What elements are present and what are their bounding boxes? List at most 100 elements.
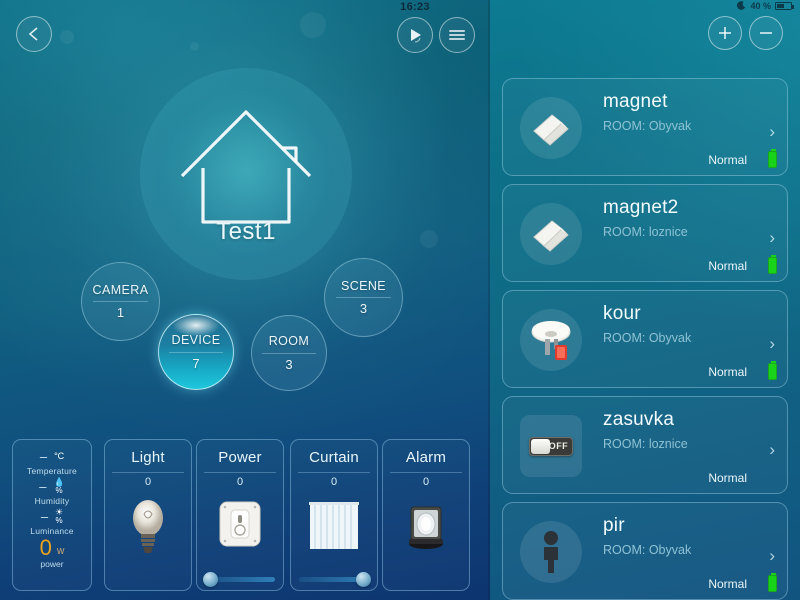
sensor-label: Luminance <box>30 526 74 536</box>
device-name: kour <box>603 303 641 324</box>
device-card-count: 0 <box>236 476 244 488</box>
chevron-right-icon[interactable]: › <box>769 335 775 352</box>
moon-icon <box>737 1 746 10</box>
sensor-row-luminance: – ☀ % Luminance <box>13 507 91 536</box>
device-card-title: Alarm <box>405 449 447 466</box>
status-bar: 40 % <box>736 1 794 11</box>
sensor-value: – <box>39 449 48 464</box>
menu-button[interactable] <box>439 17 475 53</box>
sensor-unit-sub: % <box>55 516 63 526</box>
remove-device-button[interactable] <box>749 16 783 50</box>
home-name-label: Test1 <box>216 218 276 245</box>
add-device-button[interactable] <box>708 16 742 50</box>
device-card-curtain[interactable]: Curtain 0 <box>290 439 378 591</box>
device-status: Normal <box>708 259 747 273</box>
sensor-row-power: 0 W power <box>13 535 91 569</box>
chevron-right-icon[interactable]: › <box>769 547 775 564</box>
curtain-slider-knob[interactable] <box>356 572 371 587</box>
chevron-right-icon[interactable]: › <box>769 229 775 246</box>
device-list-item-magnet2[interactable]: magnet2 ROOM: loznice › Normal <box>502 184 788 282</box>
nav-circle-device[interactable]: DEVICE 7 <box>158 314 234 390</box>
nav-circle-label: DEVICE <box>171 333 221 348</box>
play-refresh-button[interactable] <box>397 17 433 53</box>
device-card-alarm[interactable]: Alarm 0 <box>382 439 470 591</box>
card-divider <box>297 472 371 473</box>
back-button[interactable] <box>16 16 52 52</box>
power-unit: W <box>56 546 65 556</box>
play-refresh-icon <box>411 29 421 43</box>
power-value: 0 <box>39 535 52 560</box>
nav-circle-divider <box>262 352 316 354</box>
device-thumbnail <box>520 97 582 159</box>
nav-circle-label: CAMERA <box>92 282 149 297</box>
toggle-switch-icon[interactable]: OFF <box>529 436 573 456</box>
chevron-right-icon[interactable]: › <box>769 441 775 458</box>
sensor-unit-sub: % <box>55 486 63 496</box>
bottom-card-strip: – °C Temperature – 💧 % Humidity – ☀ % Lu… <box>0 430 490 600</box>
card-divider <box>203 472 277 473</box>
device-card-power[interactable]: Power 0 <box>196 439 284 591</box>
device-room: ROOM: loznice <box>603 437 688 451</box>
nav-circle-count: 3 <box>359 301 368 317</box>
home-hero-circle[interactable] <box>140 68 352 280</box>
left-top-bar: 16:23 <box>0 0 490 60</box>
battery-icon <box>768 149 777 168</box>
device-card-artwork <box>105 490 191 562</box>
device-status: Normal <box>708 577 747 591</box>
battery-icon <box>768 255 777 274</box>
device-card-count: 0 <box>144 476 152 488</box>
device-card-title: Curtain <box>309 449 359 466</box>
device-card-light[interactable]: Light 0 <box>104 439 192 591</box>
chevron-right-icon[interactable]: › <box>769 123 775 140</box>
device-card-title: Power <box>218 449 262 466</box>
device-card-title: Light <box>131 449 165 466</box>
toggle-label: OFF <box>548 441 568 451</box>
nav-circle-camera[interactable]: CAMERA 1 <box>81 262 160 341</box>
device-status: Normal <box>708 365 747 379</box>
battery-icon <box>768 573 777 592</box>
device-thumbnail <box>520 521 582 583</box>
nav-circle-scene[interactable]: SCENE 3 <box>324 258 403 337</box>
hamburger-menu-icon <box>449 28 465 42</box>
battery-icon <box>768 361 777 380</box>
device-thumbnail <box>520 309 582 371</box>
card-divider <box>389 472 463 473</box>
device-name: magnet <box>603 91 668 112</box>
chevron-left-icon <box>28 27 38 41</box>
curtain-icon <box>309 502 359 549</box>
nav-circle-room[interactable]: ROOM 3 <box>251 315 327 391</box>
device-card-artwork <box>291 490 377 562</box>
toggle-knob <box>531 438 550 454</box>
device-thumbnail <box>520 203 582 265</box>
device-card-artwork <box>197 490 283 562</box>
sensor-row-humidity: – 💧 % Humidity <box>13 476 91 506</box>
motion-sensor-icon <box>544 531 558 573</box>
left-panel: 16:23 Test1 CAMERA 1 SCENE 3 DEVICE 7 RO… <box>0 0 490 600</box>
device-name: zasuvka <box>603 409 675 430</box>
power-slider-knob[interactable] <box>203 572 218 587</box>
nav-circle-label: ROOM <box>268 334 310 349</box>
battery-percent-label: 40 % <box>750 1 771 11</box>
device-card-artwork <box>383 490 469 562</box>
power-label: power <box>40 558 64 569</box>
nav-circle-label: SCENE <box>340 278 387 293</box>
lightbulb-icon <box>133 500 163 553</box>
door-magnet-sensor-icon <box>533 114 569 146</box>
nav-circle-count: 7 <box>192 355 200 371</box>
humidity-drop-icon: 💧 % <box>53 476 65 496</box>
device-room: ROOM: Obyvak <box>603 331 692 345</box>
device-list-item-kour[interactable]: kour ROOM: Obyvak › Normal <box>502 290 788 388</box>
device-room: ROOM: Obyvak <box>603 119 692 133</box>
sensor-summary-card[interactable]: – °C Temperature – 💧 % Humidity – ☀ % Lu… <box>12 439 92 591</box>
card-divider <box>111 472 185 473</box>
device-name: magnet2 <box>603 197 679 218</box>
sensor-label: Humidity <box>34 496 70 506</box>
nav-circle-count: 3 <box>285 356 293 372</box>
device-card-count: 0 <box>422 476 430 488</box>
device-list-item-pir[interactable]: pir ROOM: Obyvak › Normal <box>502 502 788 600</box>
device-list-item-zasuvka[interactable]: OFF zasuvka ROOM: loznice › Normal <box>502 396 788 494</box>
device-list-item-magnet[interactable]: magnet ROOM: Obyvak › Normal <box>502 78 788 176</box>
device-card-count: 0 <box>330 476 338 488</box>
sensor-value: – <box>40 509 49 524</box>
sensor-row-temperature: – °C Temperature <box>13 448 91 476</box>
